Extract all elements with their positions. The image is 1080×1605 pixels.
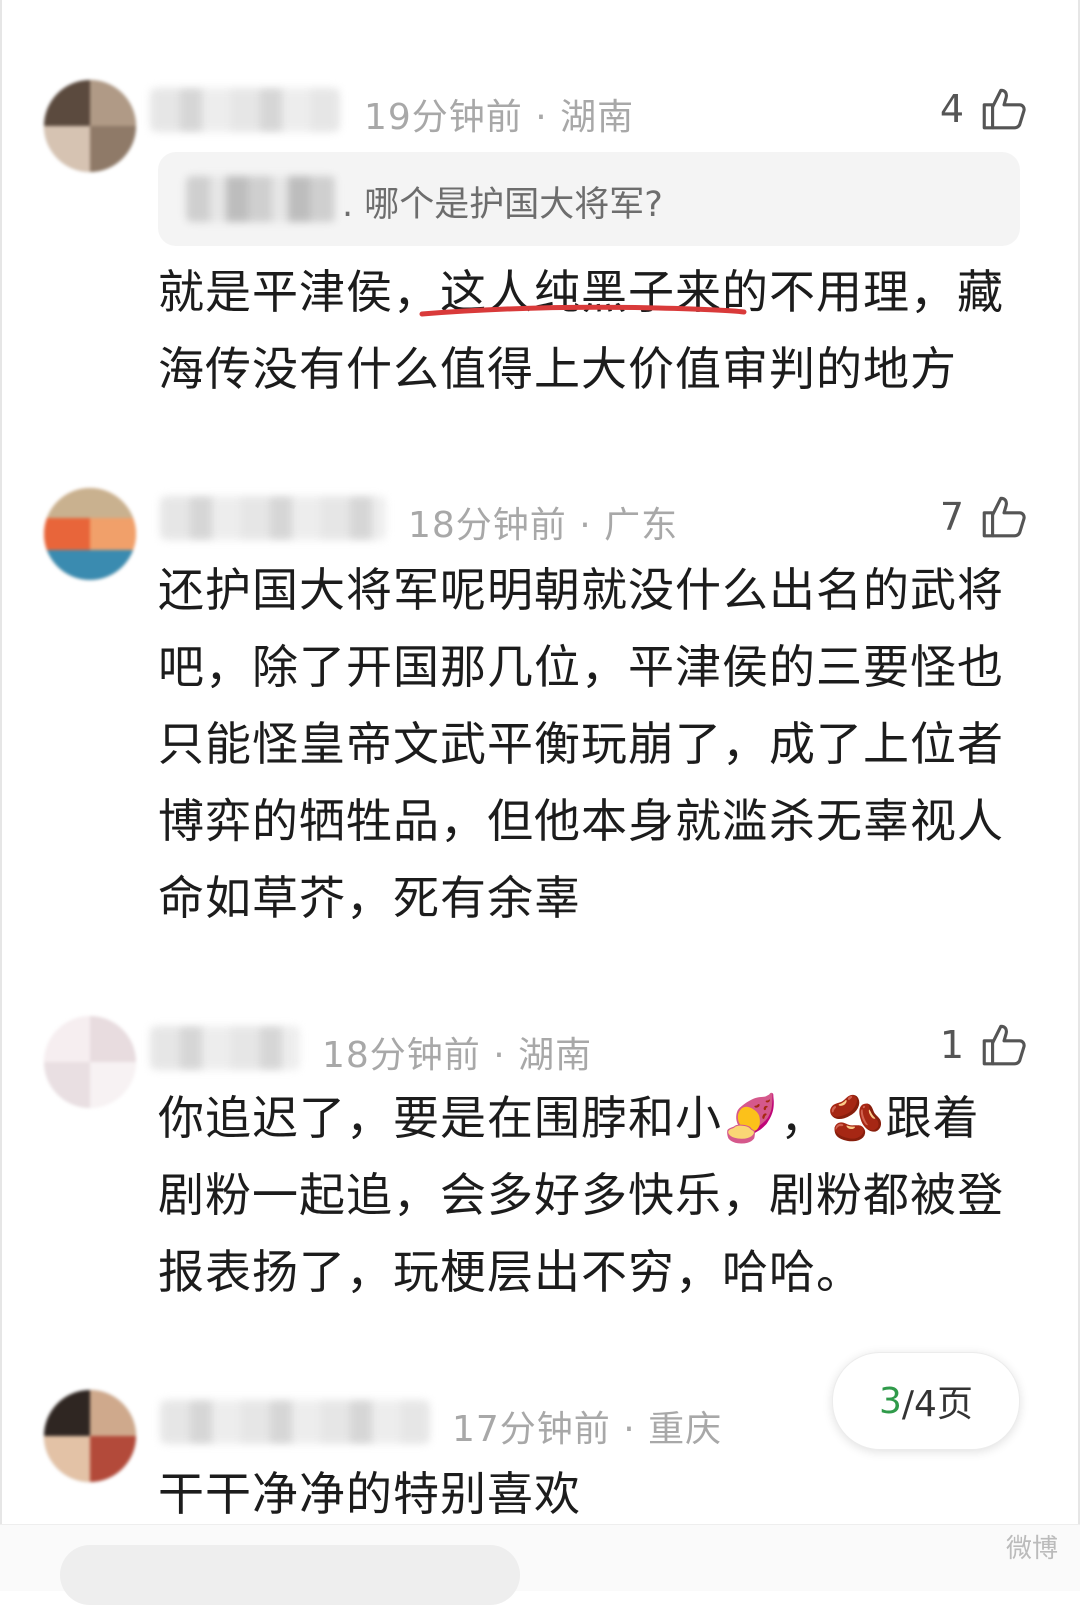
text-part: ， [780, 1091, 828, 1145]
comment-text: 还护国大将军呢明朝就没什么出名的武将吧，除了开国那几位，平津侯的三要怪也只能怪皇… [158, 563, 1004, 925]
like-button[interactable]: 1 [940, 1020, 1028, 1070]
time-location: 18分钟前 · 湖南 [322, 1035, 593, 1076]
sweet-potato-icon: 🍠 [722, 1091, 781, 1145]
avatar[interactable] [44, 80, 136, 172]
like-count: 7 [939, 495, 964, 539]
quoted-username-blurred [186, 176, 336, 222]
left-border [0, 0, 2, 1590]
comment-text: 干干净净的特别喜欢 [158, 1467, 581, 1521]
username-blurred[interactable] [160, 1400, 430, 1444]
comment-text: 就是平津侯，这人纯黑子来的不用理，藏海传没有什么值得上大价值审判的地方 [158, 265, 1004, 396]
watermark: 微博 [1005, 1534, 1058, 1564]
like-button[interactable]: 7 [940, 492, 1028, 542]
like-count: 1 [939, 1023, 964, 1067]
username-blurred[interactable] [150, 88, 340, 132]
page-total: /4页 [901, 1384, 973, 1425]
like-count: 4 [939, 87, 964, 131]
username-blurred[interactable] [160, 496, 386, 540]
thumbs-up-icon [982, 496, 1026, 538]
quoted-reply[interactable]: . 哪个是护国大将军? [158, 152, 1020, 246]
current-page: 3 [879, 1380, 902, 1422]
time-location: 17分钟前 · 重庆 [452, 1409, 723, 1450]
username-blurred[interactable] [150, 1026, 300, 1070]
text-part: 你追迟了，要是在围脖和小 [158, 1091, 722, 1145]
thumbs-up-icon [982, 1024, 1026, 1066]
like-button[interactable]: 4 [940, 84, 1028, 134]
avatar[interactable] [44, 1390, 136, 1482]
red-underline-annotation [419, 304, 747, 317]
avatar[interactable] [44, 488, 136, 580]
beans-icon: 🫘 [827, 1091, 886, 1145]
thumbs-up-icon [982, 88, 1026, 130]
comment-text: 你追迟了，要是在围脖和小🍠，🫘跟着剧粉一起追，会多好多快乐，剧粉都被登报表扬了，… [158, 1080, 1018, 1311]
time-location: 19分钟前 · 湖南 [364, 97, 635, 138]
bottom-bar [0, 1524, 1080, 1605]
comment-input[interactable] [60, 1545, 520, 1605]
time-location: 18分钟前 · 广东 [408, 505, 679, 546]
avatar[interactable] [44, 1016, 136, 1108]
page-indicator[interactable]: 3/4页 [832, 1352, 1020, 1450]
quoted-text: . 哪个是护国大将军? [342, 185, 663, 225]
